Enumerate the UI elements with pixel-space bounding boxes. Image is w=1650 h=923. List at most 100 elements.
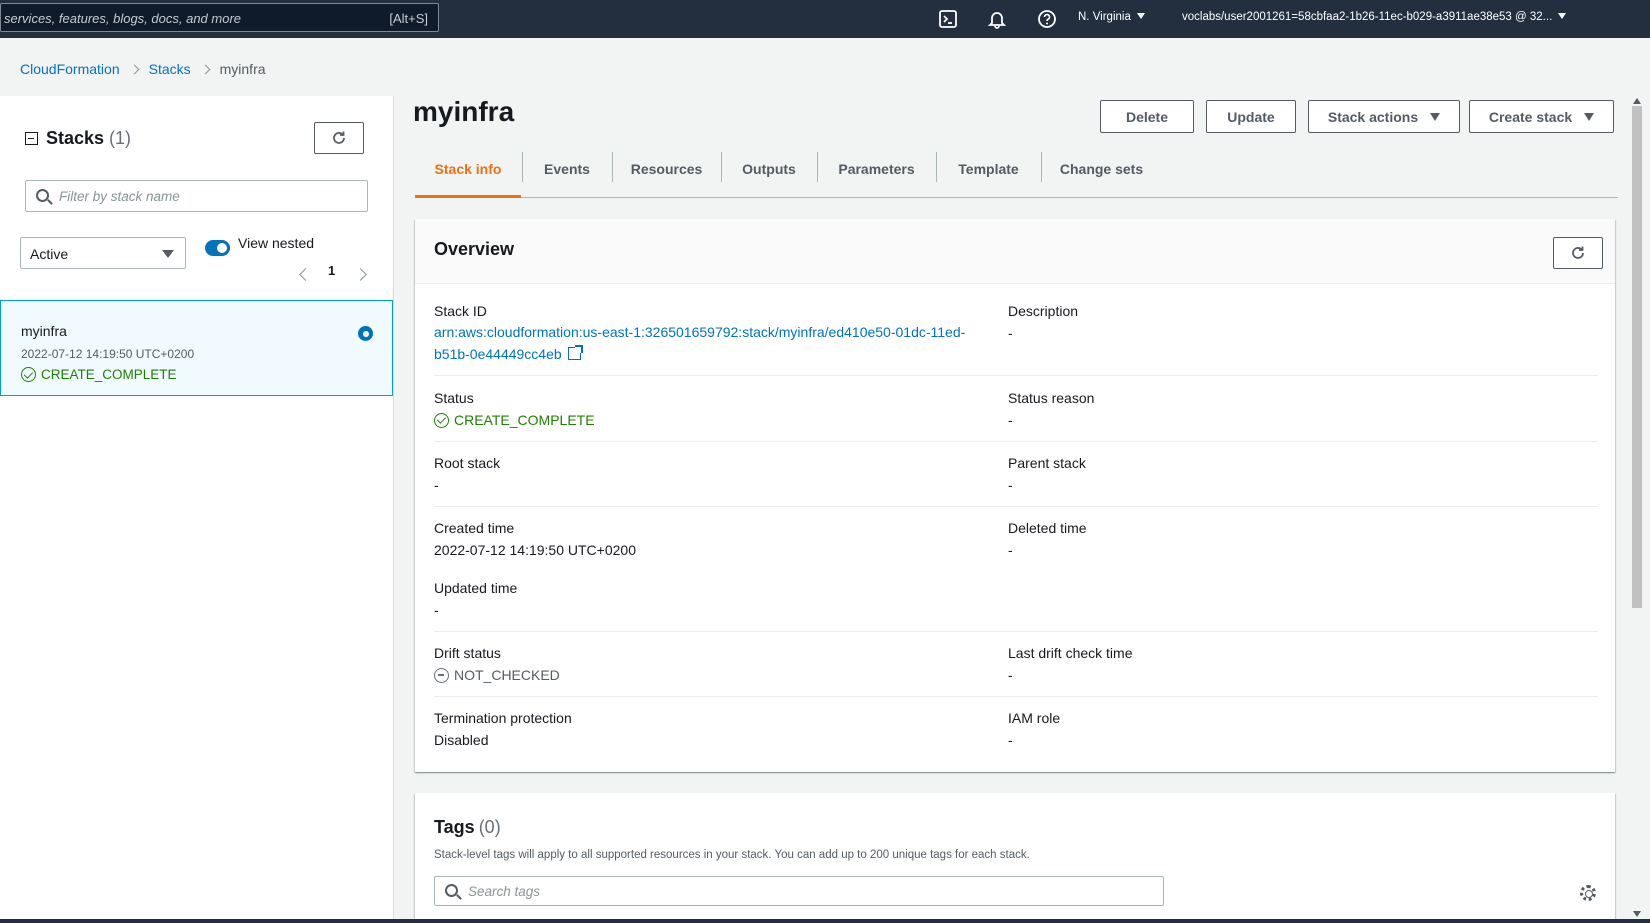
- top-navigation-bar: services, features, blogs, docs, and mor…: [0, 0, 1650, 38]
- termination-protection-value: Disabled: [434, 732, 489, 748]
- view-nested-label: View nested: [238, 235, 315, 251]
- caret-down-icon: [1584, 112, 1595, 121]
- breadcrumb: CloudFormation Stacks myinfra: [20, 61, 266, 77]
- tags-description: Stack-level tags will apply to all suppo…: [434, 849, 1030, 861]
- status-reason-value: -: [1008, 412, 1013, 428]
- stack-actions-button[interactable]: Stack actions: [1308, 100, 1460, 133]
- success-check-icon: [21, 367, 36, 382]
- stack-detail-tabs: Stack info Events Resources Outputs Para…: [415, 152, 1618, 198]
- caret-down-icon: [1430, 112, 1441, 121]
- stack-name: myinfra: [21, 323, 67, 339]
- collapse-panel-icon[interactable]: [25, 132, 38, 145]
- tags-title-text: Tags: [434, 817, 475, 837]
- cloudshell-icon[interactable]: [937, 8, 959, 30]
- stack-actions-label: Stack actions: [1327, 108, 1419, 125]
- create-stack-button[interactable]: Create stack: [1469, 100, 1614, 133]
- stacks-panel-title: Stacks (1): [25, 128, 131, 149]
- tags-panel: Tags (0) Stack-level tags will apply to a…: [415, 793, 1615, 923]
- tab-parameters[interactable]: Parameters: [818, 152, 935, 198]
- global-search-placeholder: services, features, blogs, docs, and mor…: [4, 11, 242, 26]
- region-label: N. Virginia: [1078, 11, 1131, 23]
- stack-id-link[interactable]: arn:aws:cloudformation:us-east-1:3265016…: [434, 321, 994, 365]
- overview-title: Overview: [434, 239, 515, 259]
- root-stack-label: Root stack: [434, 455, 501, 471]
- chevron-right-icon: [200, 64, 211, 74]
- root-stack-value: -: [434, 477, 439, 493]
- parent-stack-label: Parent stack: [1008, 455, 1086, 471]
- tab-events[interactable]: Events: [523, 152, 611, 198]
- region-selector[interactable]: N. Virginia: [1078, 11, 1145, 23]
- account-menu[interactable]: voclabs/user2001261=58cbfaa2-1b26-11ec-b…: [1182, 11, 1567, 23]
- scrollbar-thumb[interactable]: [1632, 106, 1642, 608]
- row-divider: [434, 631, 1598, 632]
- stack-id-label: Stack ID: [434, 303, 487, 319]
- chevron-right-icon: [129, 64, 140, 74]
- status-value: CREATE_COMPLETE: [434, 412, 595, 428]
- breadcrumb-cloudformation-link[interactable]: CloudFormation: [20, 61, 120, 77]
- previous-page-icon[interactable]: [299, 268, 312, 281]
- refresh-stacks-button[interactable]: [314, 122, 364, 154]
- stack-status: CREATE_COMPLETE: [21, 367, 177, 382]
- notifications-bell-icon[interactable]: [986, 8, 1008, 30]
- gear-icon[interactable]: [1580, 885, 1596, 901]
- success-check-icon: [434, 412, 449, 428]
- stack-status-text: CREATE_COMPLETE: [41, 367, 177, 382]
- row-divider: [434, 696, 1598, 697]
- filter-stacks-input[interactable]: Filter by stack name: [25, 180, 368, 212]
- status-filter-value: Active: [30, 246, 69, 262]
- tags-count: (0): [478, 817, 501, 837]
- not-checked-icon: [434, 667, 449, 683]
- next-page-icon[interactable]: [354, 268, 367, 281]
- iam-role-value: -: [1008, 732, 1013, 748]
- description-value: -: [1008, 325, 1013, 341]
- tab-template[interactable]: Template: [937, 152, 1040, 198]
- tags-title: Tags (0): [434, 817, 501, 838]
- stack-created-time: 2022-07-12 14:19:50 UTC+0200: [21, 347, 195, 361]
- help-icon[interactable]: [1036, 8, 1058, 30]
- page-scrollbar[interactable]: [1630, 96, 1644, 919]
- last-drift-value: -: [1008, 667, 1013, 683]
- scroll-down-arrow-icon[interactable]: [1633, 911, 1641, 917]
- tab-stack-info[interactable]: Stack info: [415, 152, 521, 198]
- status-reason-label: Status reason: [1008, 390, 1095, 406]
- breadcrumb-stacks-link[interactable]: Stacks: [149, 61, 191, 77]
- external-link-icon: [567, 345, 583, 360]
- stack-id-line-2: b51b-0e44449cc4eb: [434, 346, 562, 362]
- stacks-count: (1): [109, 128, 132, 148]
- row-divider: [434, 506, 1598, 507]
- status-label: Status: [434, 390, 474, 406]
- tab-outputs[interactable]: Outputs: [722, 152, 816, 198]
- stack-id-line-1: arn:aws:cloudformation:us-east-1:3265016…: [434, 324, 966, 340]
- status-filter-select[interactable]: Active: [20, 237, 186, 269]
- chevron-down-icon: [1558, 13, 1567, 19]
- tab-change-sets[interactable]: Change sets: [1042, 152, 1161, 198]
- overview-panel: Overview Stack ID arn:aws:cloudformation…: [415, 219, 1615, 772]
- iam-role-label: IAM role: [1008, 710, 1061, 726]
- created-time-value: 2022-07-12 14:19:50 UTC+0200: [434, 542, 636, 558]
- view-nested-toggle[interactable]: [205, 240, 230, 256]
- caret-down-icon: [162, 250, 174, 258]
- tab-resources[interactable]: Resources: [613, 152, 720, 198]
- delete-button[interactable]: Delete: [1100, 100, 1194, 133]
- stacks-title-text: Stacks: [46, 128, 105, 148]
- last-drift-label: Last drift check time: [1008, 645, 1133, 661]
- row-divider: [434, 375, 1598, 376]
- deleted-time-label: Deleted time: [1008, 520, 1087, 536]
- update-button[interactable]: Update: [1206, 100, 1296, 133]
- refresh-overview-button[interactable]: [1553, 237, 1603, 269]
- global-search-input[interactable]: services, features, blogs, docs, and mor…: [0, 3, 439, 32]
- stack-select-radio[interactable]: [358, 326, 373, 341]
- drift-status-text: NOT_CHECKED: [454, 667, 560, 683]
- search-icon: [36, 189, 49, 202]
- stack-list-item[interactable]: myinfra 2022-07-12 14:19:50 UTC+0200 CRE…: [0, 300, 393, 396]
- updated-time-label: Updated time: [434, 580, 518, 596]
- filter-placeholder: Filter by stack name: [59, 189, 180, 204]
- refresh-icon: [1572, 246, 1584, 259]
- scroll-up-arrow-icon[interactable]: [1633, 98, 1641, 104]
- account-label: voclabs/user2001261=58cbfaa2-1b26-11ec-b…: [1182, 11, 1553, 23]
- description-label: Description: [1008, 303, 1079, 319]
- bottom-bar: [0, 919, 1650, 923]
- search-icon: [445, 884, 458, 897]
- search-tags-input[interactable]: Search tags: [434, 876, 1164, 906]
- current-page-number[interactable]: 1: [328, 263, 335, 278]
